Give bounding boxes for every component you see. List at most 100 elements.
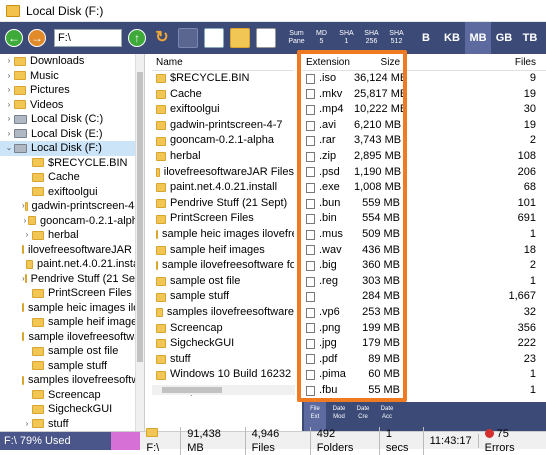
file-row[interactable]: herbal xyxy=(152,149,294,165)
chevron-down-icon[interactable]: ⌄ xyxy=(4,141,14,156)
forward-button[interactable]: → xyxy=(28,29,46,47)
tree-item-label: Local Disk (E:) xyxy=(31,127,103,140)
sort-tab-bottom: Ext xyxy=(310,414,320,420)
tree-item[interactable]: › Pendrive Stuff (21 Sept) xyxy=(0,272,144,287)
tree-item[interactable]: sample heic images ilov xyxy=(0,301,144,316)
tree-item[interactable]: sample ilovefreesoftwar xyxy=(0,330,144,345)
file-row[interactable]: sample ilovefreesoftware fonts xyxy=(152,258,294,274)
tree-item-label: sample stuff xyxy=(48,359,108,372)
file-row[interactable]: Pendrive Stuff (21 Sept) xyxy=(152,196,294,212)
tree-item[interactable]: Cache xyxy=(0,170,144,185)
up-folder-button[interactable]: ↑ xyxy=(128,29,146,47)
file-row[interactable]: $RECYCLE.BIN xyxy=(152,71,294,87)
drive-icon xyxy=(14,129,27,139)
extension-files: 19 xyxy=(523,118,536,131)
chevron-right-icon[interactable]: › xyxy=(4,69,14,84)
hash-column-top: Sum xyxy=(289,30,304,37)
folder-tree: › Downloads › Music › Pictures › Videos › Local D… xyxy=(0,54,145,431)
file-row[interactable]: gadwin-printscreen-4-7 xyxy=(152,118,294,134)
name-column-header[interactable]: Name xyxy=(152,54,294,71)
tree-scroll-thumb[interactable] xyxy=(137,72,143,362)
title-bar: Local Disk (F:) xyxy=(0,0,546,22)
error-icon xyxy=(484,428,494,438)
file-row[interactable]: sample ost file xyxy=(152,274,294,290)
tree-item[interactable]: paint.net.4.0.21.install xyxy=(0,257,144,272)
file-row[interactable]: sample stuff xyxy=(152,289,294,305)
tree-item[interactable]: › stuff xyxy=(0,417,144,432)
file-row[interactable]: SigcheckGUI xyxy=(152,336,294,352)
refresh-icon[interactable]: ↻ xyxy=(152,28,172,48)
path-input[interactable]: F:\ xyxy=(54,29,122,47)
tree-item[interactable]: › gooncam-0.2.1-alpha xyxy=(0,214,144,229)
tree-item[interactable]: SigcheckGUI xyxy=(0,402,144,417)
hash-column-toggle[interactable]: SHA 1 xyxy=(334,30,359,46)
tree-item[interactable]: › herbal xyxy=(0,228,144,243)
tree-item[interactable]: ilovefreesoftwareJAR Fil xyxy=(0,243,144,258)
folder-icon[interactable] xyxy=(230,28,250,48)
size-unit-button[interactable]: GB xyxy=(491,22,517,54)
tree-item[interactable]: › Music xyxy=(0,69,144,84)
size-unit-button[interactable]: B xyxy=(413,22,439,54)
hscroll-thumb[interactable] xyxy=(162,387,222,393)
sort-tab-top: File xyxy=(310,406,320,412)
chevron-right-icon[interactable]: › xyxy=(22,228,32,243)
file-row[interactable]: Cache xyxy=(152,87,294,103)
size-unit-button[interactable]: KB xyxy=(439,22,465,54)
tree-item[interactable]: ⌄ Local Disk (F:) xyxy=(0,141,144,156)
toolbar: ← → F:\ ↑ ↻ Sum Pane MD 5 SHA 1 SHA 256 SHA 512 B… xyxy=(0,22,546,54)
back-button[interactable]: ← xyxy=(5,29,23,47)
chevron-right-icon[interactable]: › xyxy=(4,54,14,69)
save-icon[interactable] xyxy=(178,28,198,48)
file-row[interactable]: 20455606_117098992274488_5594 xyxy=(152,398,294,399)
extension-files: 1 xyxy=(529,274,536,287)
tree-item[interactable]: › Local Disk (E:) xyxy=(0,127,144,142)
tree-item[interactable]: exiftoolgui xyxy=(0,185,144,200)
calculator-icon[interactable] xyxy=(204,28,224,48)
folder-icon xyxy=(32,158,44,168)
tree-item[interactable]: sample heif images xyxy=(0,315,144,330)
size-unit-button[interactable]: MB xyxy=(465,22,491,54)
tree-item[interactable]: › Local Disk (C:) xyxy=(0,112,144,127)
chevron-right-icon[interactable]: › xyxy=(4,112,14,127)
file-list-hscrollbar[interactable] xyxy=(152,385,295,395)
tree-item[interactable]: › Downloads xyxy=(0,54,144,69)
tree-item[interactable]: samples ilovefreesoftwa xyxy=(0,373,144,388)
chevron-right-icon[interactable]: › xyxy=(22,417,32,432)
file-row[interactable]: stuff xyxy=(152,352,294,368)
hash-column-toggle[interactable]: MD 5 xyxy=(309,30,334,46)
chevron-right-icon[interactable]: › xyxy=(4,83,14,98)
folder-icon xyxy=(156,152,166,162)
file-row[interactable]: PrintScreen Files xyxy=(152,211,294,227)
hash-column-toggle[interactable]: Sum Pane xyxy=(284,30,309,46)
file-row[interactable]: ilovefreesoftwareJAR Files xyxy=(152,165,294,181)
hash-column-toggle[interactable]: SHA 256 xyxy=(359,30,384,46)
size-unit-button[interactable]: TB xyxy=(517,22,543,54)
status-errors[interactable]: 75 Errors xyxy=(479,427,546,455)
tree-item[interactable]: › Videos xyxy=(0,98,144,113)
extension-files: 2 xyxy=(529,259,536,272)
tree-item[interactable]: Screencap xyxy=(0,388,144,403)
file-row[interactable]: sample heic images ilovefreesof xyxy=(152,227,294,243)
hash-column-toggle[interactable]: SHA 512 xyxy=(384,30,409,46)
tree-item[interactable]: sample stuff xyxy=(0,359,144,374)
tree-item[interactable]: › Pictures xyxy=(0,83,144,98)
file-name: sample heic images ilovefreesof xyxy=(162,227,294,240)
tree-item[interactable]: $RECYCLE.BIN xyxy=(0,156,144,171)
file-row[interactable]: Windows 10 Build 16232 xyxy=(152,367,294,383)
document-icon[interactable] xyxy=(256,28,276,48)
file-row[interactable]: Screencap xyxy=(152,321,294,337)
file-row[interactable]: samples ilovefreesoftware xyxy=(152,305,294,321)
file-row[interactable]: exiftoolgui xyxy=(152,102,294,118)
chevron-right-icon[interactable]: › xyxy=(4,127,14,142)
tree-item[interactable]: sample ost file xyxy=(0,344,144,359)
folder-icon xyxy=(32,419,44,429)
tree-item[interactable]: › gadwin-printscreen-4-7 xyxy=(0,199,144,214)
file-row[interactable]: gooncam-0.2.1-alpha xyxy=(152,133,294,149)
file-row[interactable]: sample heif images xyxy=(152,243,294,259)
files-column-header[interactable]: Files xyxy=(404,54,546,70)
tree-scrollbar[interactable] xyxy=(135,54,144,431)
tree-item-label: ilovefreesoftwareJAR Fil xyxy=(28,243,145,256)
file-row[interactable]: paint.net.4.0.21.install xyxy=(152,180,294,196)
tree-item[interactable]: PrintScreen Files xyxy=(0,286,144,301)
chevron-right-icon[interactable]: › xyxy=(4,98,14,113)
